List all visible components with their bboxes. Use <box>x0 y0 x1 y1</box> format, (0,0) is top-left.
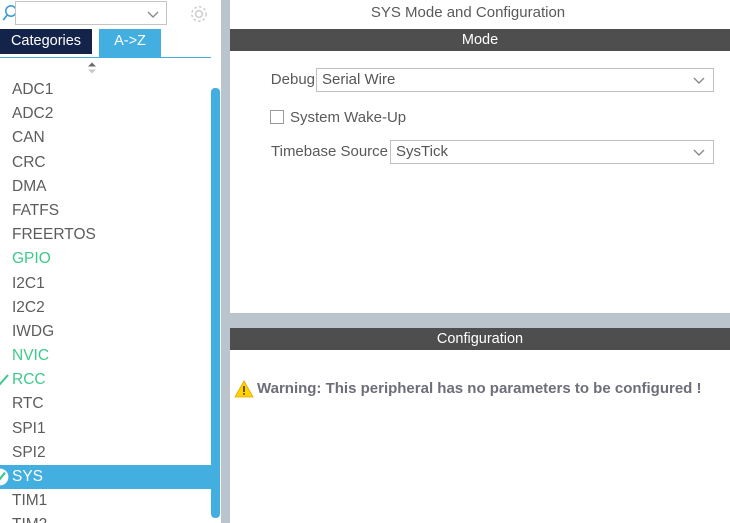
warning-triangle-icon <box>234 380 254 398</box>
tab-strip-filler <box>161 29 221 54</box>
app-root: Categories A->Z ADC1 ADC2 CAN CRC DMA FATFS FR… <box>0 0 730 523</box>
peripheral-list-item[interactable]: CAN <box>0 126 211 150</box>
peripheral-list-item-label: RCC <box>12 371 46 389</box>
timebase-source-select[interactable]: SysTick <box>390 140 714 164</box>
peripheral-list-item[interactable]: GPIO <box>0 247 211 271</box>
debug-select-value: Serial Wire <box>322 71 396 88</box>
peripheral-list-item[interactable]: ADC1 <box>0 78 211 102</box>
configuration-section-header: Configuration <box>230 328 730 350</box>
configured-badge-icon <box>0 468 9 486</box>
system-wakeup-checkbox[interactable] <box>270 110 284 124</box>
peripheral-list-item-label: ADC2 <box>12 105 54 123</box>
peripheral-list-item-label: NVIC <box>12 347 50 365</box>
peripheral-list-item[interactable]: IWDG <box>0 320 211 344</box>
peripheral-list-item-label: ADC1 <box>12 81 54 98</box>
mode-section-body: Debug Serial Wire System Wake-Up Timebas… <box>230 51 730 313</box>
debug-label: Debug <box>270 71 315 88</box>
peripheral-list-item[interactable]: I2C1 <box>0 272 211 296</box>
peripheral-list-item[interactable]: CRC <box>0 151 211 175</box>
peripheral-list-item[interactable]: I2C2 <box>0 296 211 320</box>
debug-select[interactable]: Serial Wire <box>316 68 714 92</box>
search-input[interactable] <box>20 4 142 23</box>
peripheral-selector-panel: Categories A->Z ADC1 ADC2 CAN CRC DMA FATFS FR… <box>0 0 221 523</box>
peripheral-list-item[interactable]: FREERTOS <box>0 223 211 247</box>
peripheral-list-item-label: IWDG <box>12 322 55 340</box>
timebase-source-label: Timebase Source <box>271 143 388 160</box>
page-title: SYS Mode and Configuration <box>370 4 566 21</box>
peripheral-list-item-label: CAN <box>12 129 45 147</box>
configuration-warning-text: Warning: This peripheral has no paramete… <box>257 380 702 397</box>
mode-section-header: Mode <box>230 29 730 51</box>
configuration-section-body: Warning: This peripheral has no paramete… <box>230 350 730 523</box>
selector-tabs: Categories A->Z <box>0 29 221 54</box>
peripheral-list-item-label: RTC <box>12 395 44 413</box>
peripheral-list-item-label: I2C2 <box>12 298 45 316</box>
chevron-down-icon[interactable] <box>145 7 161 21</box>
timebase-source-select-value: SysTick <box>396 143 448 160</box>
gear-icon[interactable] <box>186 1 212 27</box>
timebase-source-row: Timebase Source SysTick <box>230 140 730 164</box>
peripheral-list[interactable]: ADC1 ADC2 CAN CRC DMA FATFS FREERTOS GPIO I2C1 I2… <box>0 78 211 523</box>
peripheral-list-item[interactable]: FATFS <box>0 199 211 223</box>
peripheral-list-item-label: SPI1 <box>12 419 46 437</box>
peripheral-list-item-label: FREERTOS <box>12 226 96 244</box>
peripheral-list-area: ADC1 ADC2 CAN CRC DMA FATFS FREERTOS GPIO I2C1 I2… <box>0 57 221 523</box>
peripheral-list-item[interactable]: SPI2 <box>0 441 211 465</box>
peripheral-list-item[interactable]: DMA <box>0 175 211 199</box>
tab-a-to-z[interactable]: A->Z <box>99 29 161 54</box>
peripheral-list-item[interactable]: SYS <box>0 465 211 490</box>
peripheral-list-item[interactable]: ADC2 <box>0 102 211 126</box>
peripheral-list-item-label: I2C1 <box>12 274 45 292</box>
search-row <box>0 0 221 28</box>
tab-categories[interactable]: Categories <box>0 29 92 54</box>
peripheral-list-item[interactable]: SPI1 <box>0 417 211 441</box>
system-wakeup-label[interactable]: System Wake-Up <box>290 106 406 130</box>
configuration-panel: SYS Mode and Configuration Mode Debug Se… <box>230 0 730 523</box>
sort-updown-icon[interactable] <box>85 61 99 75</box>
peripheral-list-item-label: CRC <box>12 153 46 171</box>
peripheral-list-item-label: TIM2 <box>12 516 47 523</box>
check-icon <box>0 374 9 386</box>
configuration-section: Configuration Warning: This peripheral h… <box>230 328 730 523</box>
peripheral-list-item-label: GPIO <box>12 250 51 268</box>
list-top-border <box>0 57 211 58</box>
peripheral-list-item-label: FATFS <box>12 201 60 219</box>
peripheral-list-item-label: TIM1 <box>12 492 48 510</box>
peripheral-list-item[interactable]: TIM2 <box>0 513 211 523</box>
panel-divider <box>221 0 230 523</box>
search-combo[interactable] <box>15 1 167 25</box>
peripheral-list-item[interactable]: RCC <box>0 368 211 392</box>
chevron-down-icon[interactable] <box>691 73 707 87</box>
debug-row: Debug Serial Wire <box>230 68 730 92</box>
peripheral-list-item[interactable]: NVIC <box>0 344 211 368</box>
peripheral-list-item-label: DMA <box>12 177 47 195</box>
peripheral-list-item-label: SPI2 <box>12 443 46 461</box>
system-wakeup-row: System Wake-Up <box>230 106 730 130</box>
chevron-down-icon[interactable] <box>691 145 707 159</box>
peripheral-list-item[interactable]: TIM1 <box>0 489 211 513</box>
mode-panel: SYS Mode and Configuration Mode Debug Se… <box>230 0 730 313</box>
peripheral-list-item[interactable]: RTC <box>0 392 211 416</box>
peripheral-list-scrollbar-thumb[interactable] <box>211 88 220 518</box>
peripheral-list-item-label: SYS <box>12 468 44 485</box>
